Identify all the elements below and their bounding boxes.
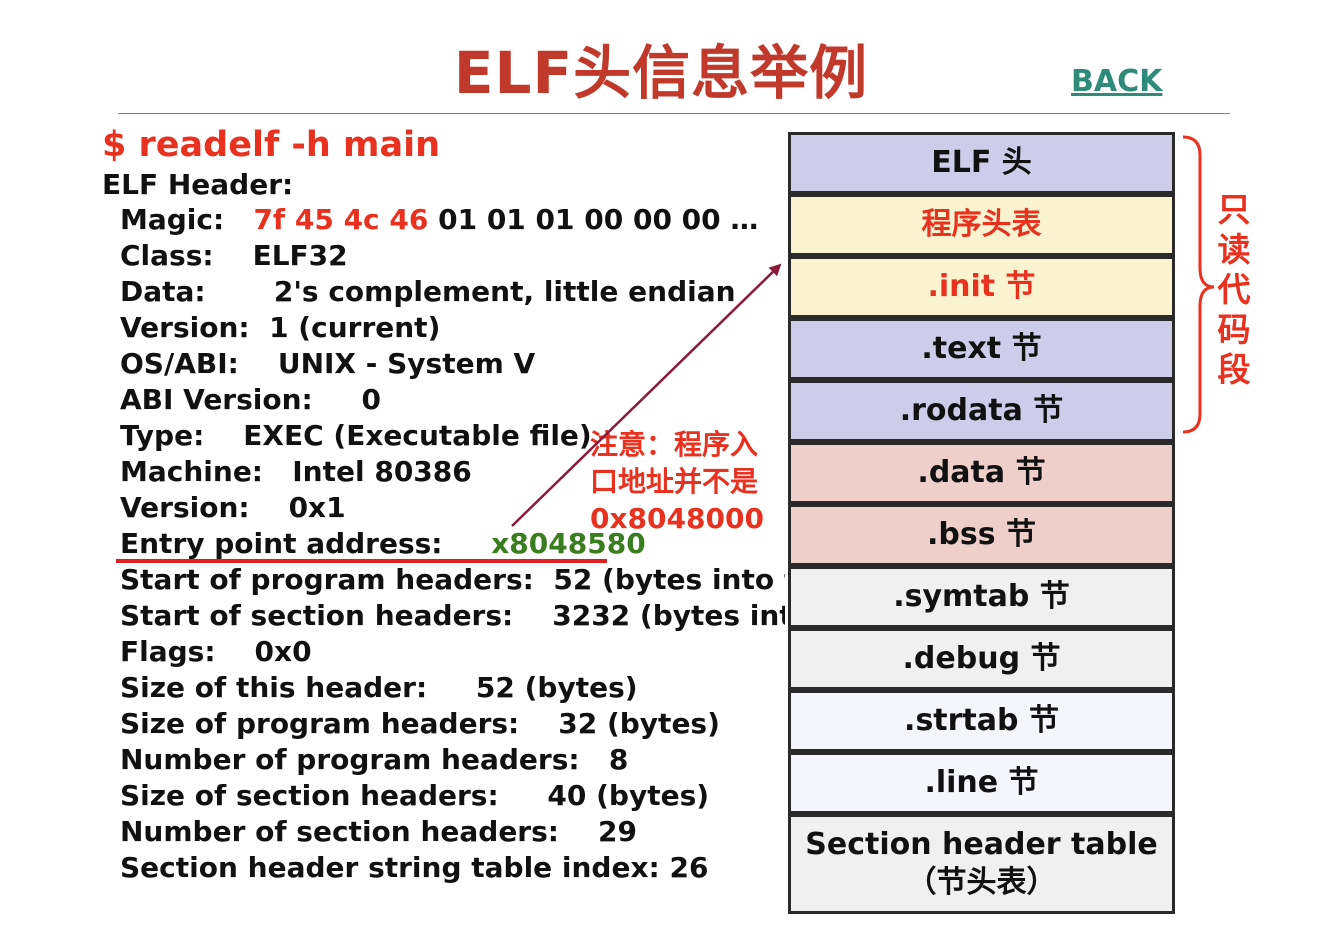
readonly-brace (1182, 135, 1215, 434)
annotation-overlay (511, 135, 1215, 527)
entry-point-arrow (511, 263, 782, 527)
readonly-segment-label: 只读代码段 (1217, 190, 1251, 389)
